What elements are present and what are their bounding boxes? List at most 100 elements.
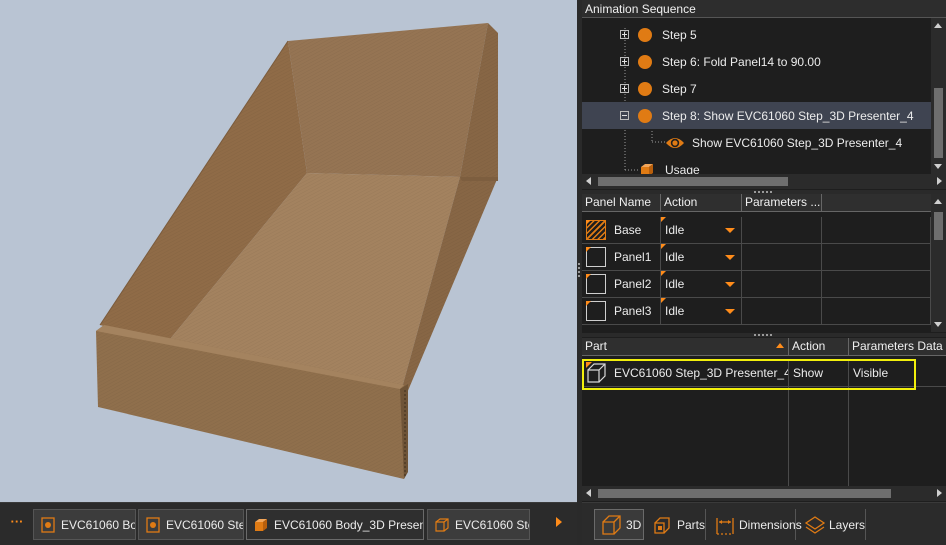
column-header-parameters-data[interactable]: Parameters Data (849, 338, 946, 356)
scroll-right-icon[interactable] (937, 177, 942, 185)
scrollbar-thumb[interactable] (934, 212, 943, 240)
document-tab-step-presenter-2[interactable]: EVC61060 Step_3D Presenter (427, 509, 530, 540)
column-header-part[interactable]: Part (582, 338, 789, 356)
tree-item-step-5[interactable]: Step 5 (582, 21, 931, 48)
tab-layers[interactable]: Layers (798, 509, 866, 540)
animation-sequence-tree[interactable]: Step 5 Step 6: Fold Panel14 to 90.00 Ste… (582, 18, 931, 174)
expand-icon[interactable] (620, 30, 629, 39)
sort-ascending-icon[interactable] (776, 343, 784, 348)
column-header-panel-name[interactable]: Panel Name (582, 194, 661, 212)
scroll-up-icon[interactable] (934, 199, 942, 204)
panel-base-swatch-icon (586, 220, 606, 240)
tree-item-label: Usage (665, 162, 700, 175)
panel-row[interactable]: Panel3 Idle (582, 298, 931, 325)
tree-item-step-6[interactable]: Step 6: Fold Panel14 to 90.00 (582, 48, 931, 75)
panel-row[interactable]: Panel1 Idle (582, 244, 931, 271)
expand-icon[interactable] (620, 57, 629, 66)
document-tab-body[interactable]: EVC61060 Body (33, 509, 136, 540)
column-header-label: Part (585, 339, 608, 353)
cardboard-tray-model (96, 23, 498, 479)
panel-row[interactable]: Panel2 Idle (582, 271, 931, 298)
column-header-action[interactable]: Action (661, 194, 742, 212)
cube-outline-icon (602, 514, 621, 535)
action-dropdown[interactable]: Idle (661, 244, 742, 271)
scrollbar-thumb[interactable] (598, 177, 788, 186)
3d-viewport[interactable] (0, 0, 577, 502)
scroll-tabs-right-icon[interactable] (556, 517, 562, 527)
step-dot-icon (638, 27, 652, 42)
box-3d-icon (255, 518, 267, 531)
box-icon (641, 163, 653, 174)
panel-grid-vertical-scrollbar[interactable] (931, 194, 946, 332)
column-header-action[interactable]: Action (789, 338, 849, 356)
scroll-up-icon[interactable] (934, 23, 942, 28)
tree-item-label: Step 5 (662, 27, 697, 42)
part-action-cell[interactable]: Show (789, 360, 849, 387)
panel-swatch-icon (586, 247, 606, 267)
scroll-left-icon[interactable] (586, 489, 591, 497)
action-value: Idle (665, 223, 685, 237)
scrollbar-thumb[interactable] (934, 88, 943, 158)
dropdown-arrow-icon[interactable] (725, 228, 735, 233)
parameters-cell[interactable] (742, 217, 822, 244)
dropdown-arrow-icon[interactable] (725, 309, 735, 314)
tree-item-label: Step 6: Fold Panel14 to 90.00 (662, 54, 821, 69)
part-grid-header: Part Action Parameters Data (582, 338, 946, 356)
action-dropdown[interactable]: Idle (661, 271, 742, 298)
parameters-cell[interactable] (742, 298, 822, 325)
tree-item-step-7[interactable]: Step 7 (582, 75, 931, 102)
scrollbar-thumb[interactable] (598, 489, 891, 498)
expand-icon[interactable] (620, 84, 629, 93)
panel-name: Panel2 (614, 277, 652, 291)
dropdown-arrow-icon[interactable] (725, 282, 735, 287)
tab-parts[interactable]: Parts (646, 509, 706, 540)
scroll-down-icon[interactable] (934, 164, 942, 169)
collapse-icon[interactable] (620, 111, 629, 120)
tree-item-step-8[interactable]: Step 8: Show EVC61060 Step_3D Presenter_… (582, 102, 931, 129)
action-dropdown[interactable]: Idle (661, 217, 742, 244)
document-tab-body-presenter[interactable]: EVC61060 Body_3D Presenter (246, 509, 424, 540)
action-dropdown[interactable]: Idle (661, 298, 742, 325)
panel-grid: Panel Name Action Parameters ... Base Id… (582, 194, 931, 332)
scroll-down-icon[interactable] (934, 322, 942, 327)
animation-sequence-title: Animation Sequence (582, 0, 946, 18)
tree-item-label: Show EVC61060 Step_3D Presenter_4 (692, 135, 903, 150)
horizontal-splitter[interactable] (582, 333, 946, 337)
part-row[interactable]: EVC61060 Step_3D Presenter_4 Show Visibl… (582, 360, 946, 387)
document-tab-label: EVC61060 Step_3D Presenter (455, 517, 529, 532)
part-parameters-cell[interactable]: Visible (849, 360, 946, 387)
step-dot-icon (638, 54, 652, 69)
scroll-right-icon[interactable] (937, 489, 942, 497)
tab-dimensions[interactable]: Dimensions (708, 509, 802, 540)
document-step-icon (146, 516, 160, 533)
parameters-cell[interactable] (742, 271, 822, 298)
part-grid-horizontal-scrollbar[interactable] (582, 486, 946, 501)
empty-cell (822, 271, 931, 298)
document-tab-label: EVC61060 Body (61, 517, 136, 532)
column-divider (788, 387, 789, 486)
parameters-cell[interactable] (742, 244, 822, 271)
tree-vertical-scrollbar[interactable] (931, 18, 946, 174)
dropdown-arrow-icon[interactable] (725, 255, 735, 260)
corner-marker-icon (661, 244, 666, 249)
part-parameters-value: Visible (853, 366, 889, 380)
panel-name: Panel1 (614, 250, 652, 264)
splitter-grip (754, 191, 772, 193)
empty-cell (822, 244, 931, 271)
panel-row[interactable]: Base Idle (582, 217, 931, 244)
tab-3d[interactable]: 3D (594, 509, 644, 540)
part-box-icon (586, 362, 606, 383)
tree-item-show-presenter[interactable]: Show EVC61060 Step_3D Presenter_4 (582, 129, 931, 156)
document-tab-label: EVC61060 Step_3D Presenter (166, 517, 244, 532)
panel-name-cell: Base (582, 217, 661, 244)
splitter-grip (578, 263, 580, 279)
step-dot-icon (638, 108, 652, 123)
column-header-parameters[interactable]: Parameters ... (742, 194, 822, 212)
eye-icon (666, 137, 684, 148)
tree-item-usage[interactable]: Usage (582, 156, 931, 174)
scroll-left-icon[interactable] (586, 177, 591, 185)
tree-horizontal-scrollbar[interactable] (582, 174, 946, 189)
more-tabs-button[interactable]: ··· (6, 515, 28, 535)
dimension-icon (716, 517, 734, 535)
document-tab-step-presenter[interactable]: EVC61060 Step_3D Presenter (138, 509, 244, 540)
